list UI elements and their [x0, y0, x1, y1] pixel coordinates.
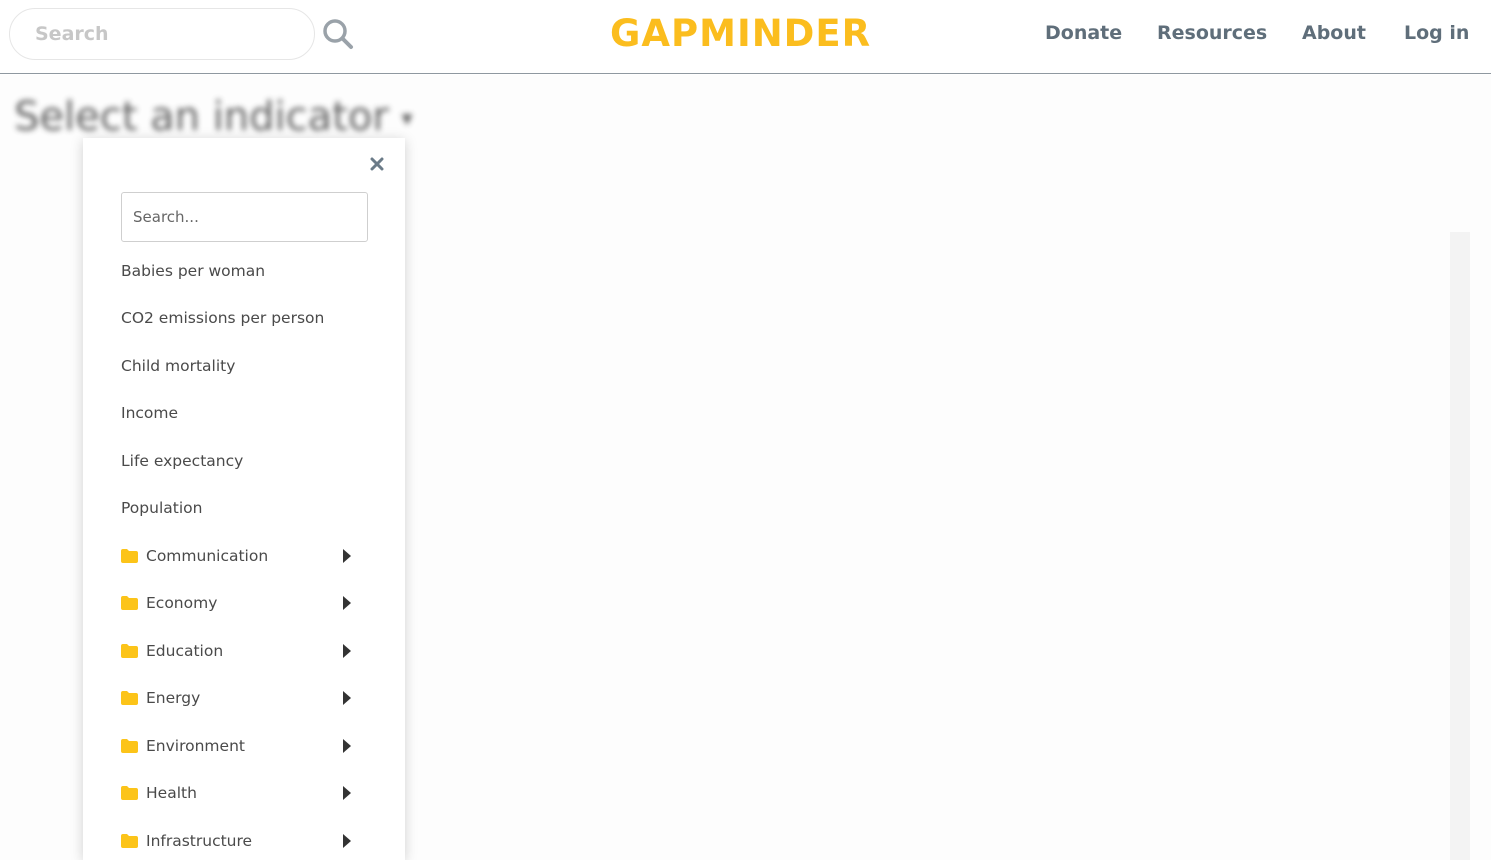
folder-education[interactable]: Education: [121, 636, 356, 666]
chevron-down-icon: ▾: [401, 106, 413, 132]
close-icon[interactable]: [369, 156, 385, 172]
folder-icon: [121, 691, 138, 705]
folder-communication[interactable]: Communication: [121, 541, 356, 571]
indicator-item-co2-emissions[interactable]: CO2 emissions per person: [121, 303, 324, 333]
chart-area: [1450, 232, 1470, 860]
indicator-item-babies-per-woman[interactable]: Babies per woman: [121, 256, 265, 286]
indicator-selector-title[interactable]: Select an indicator ▾: [14, 94, 413, 140]
folder-label: Energy: [146, 689, 201, 707]
nav-login[interactable]: Log in: [1404, 18, 1469, 48]
folder-label: Environment: [146, 737, 245, 755]
folder-icon: [121, 644, 138, 658]
site-search-box: [9, 8, 315, 60]
folder-icon: [121, 596, 138, 610]
gapminder-logo[interactable]: GAPMINDER: [610, 14, 882, 54]
top-header: GAPMINDER Donate Resources About Log in: [0, 0, 1491, 74]
caret-right-icon: [343, 596, 351, 610]
caret-right-icon: [343, 834, 351, 848]
caret-right-icon: [343, 786, 351, 800]
folder-icon: [121, 739, 138, 753]
folder-label: Health: [146, 784, 197, 802]
search-icon[interactable]: [322, 18, 354, 50]
folder-icon: [121, 549, 138, 563]
folder-label: Infrastructure: [146, 832, 253, 850]
indicator-item-life-expectancy[interactable]: Life expectancy: [121, 446, 243, 476]
nav-about[interactable]: About: [1302, 18, 1366, 48]
nav-resources[interactable]: Resources: [1157, 18, 1267, 48]
indicator-selector-label: Select an indicator: [14, 94, 389, 140]
indicator-item-income[interactable]: Income: [121, 398, 178, 428]
caret-right-icon: [343, 644, 351, 658]
folder-energy[interactable]: Energy: [121, 683, 356, 713]
folder-icon: [121, 786, 138, 800]
indicator-search-input[interactable]: [121, 192, 368, 242]
caret-right-icon: [343, 549, 351, 563]
caret-right-icon: [343, 691, 351, 705]
folder-label: Education: [146, 642, 224, 660]
folder-infrastructure[interactable]: Infrastructure: [121, 826, 356, 856]
folder-environment[interactable]: Environment: [121, 731, 356, 761]
folder-label: Communication: [146, 547, 269, 565]
folder-label: Economy: [146, 594, 218, 612]
folder-economy[interactable]: Economy: [121, 588, 356, 618]
nav-donate[interactable]: Donate: [1045, 18, 1122, 48]
indicator-item-child-mortality[interactable]: Child mortality: [121, 351, 235, 381]
folder-icon: [121, 834, 138, 848]
indicator-item-population[interactable]: Population: [121, 493, 202, 523]
folder-health[interactable]: Health: [121, 778, 356, 808]
indicator-dropdown: Babies per woman CO2 emissions per perso…: [83, 138, 405, 860]
site-search-input[interactable]: [10, 9, 270, 59]
caret-right-icon: [343, 739, 351, 753]
